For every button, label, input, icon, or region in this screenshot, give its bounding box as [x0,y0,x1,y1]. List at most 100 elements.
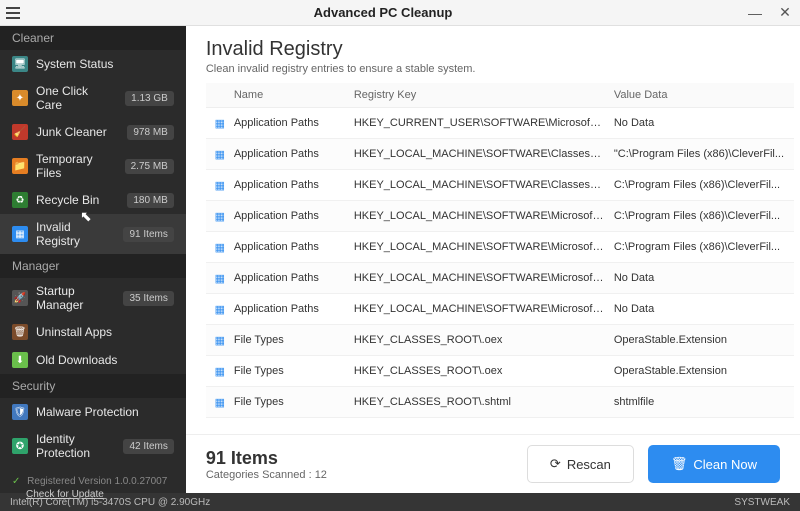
registry-entry-icon: ▦ [212,301,228,317]
sidebar-item-label: Recycle Bin [36,193,119,207]
sidebar-item-badge: 91 Items [123,227,173,242]
scan-summary: 91 Items Categories Scanned : 12 [206,448,513,481]
cell-key: HKEY_CLASSES_ROOT\.oex [354,365,614,377]
categories-scanned: Categories Scanned : 12 [206,469,513,481]
sidebar-item-badge: 35 Items [123,291,173,306]
shield-icon: 🛡 [12,404,28,420]
col-value: Value Data [614,89,794,101]
cell-value: No Data [614,117,794,129]
minimize-button[interactable]: — [740,0,770,26]
registry-entry-icon: ▦ [212,177,228,193]
sidebar-item-label: Temporary Files [36,152,117,180]
rocket-icon: 🚀 [12,290,28,306]
registered-text: Registered Version 1.0.0.27007 [27,476,167,487]
sidebar-item-old-downloads[interactable]: ⬇ Old Downloads [0,346,186,374]
sidebar-item-temporary-files[interactable]: 📁 Temporary Files 2.75 MB [0,146,186,186]
table-row[interactable]: ▦ Application PathsHKEY_LOCAL_MACHINE\SOF… [206,139,794,170]
sidebar-item-junk-cleaner[interactable]: 🧹 Junk Cleaner 978 MB [0,118,186,146]
sidebar-item-badge: 2.75 MB [125,159,174,174]
registry-entry-icon: ▦ [212,239,228,255]
table-row[interactable]: ▦ File TypesHKEY_CLASSES_ROOT\.oexOperaSt… [206,325,794,356]
cell-key: HKEY_CLASSES_ROOT\.oex [354,334,614,346]
sidebar-item-recycle-bin[interactable]: ♻ Recycle Bin 180 MB [0,186,186,214]
rescan-button[interactable]: ⟳ Rescan [527,445,634,483]
registry-entry-icon: ▦ [212,363,228,379]
registry-entry-icon: ▦ [212,146,228,162]
sidebar-item-uninstall-apps[interactable]: 🗑 Uninstall Apps [0,318,186,346]
brand-label: SYSTWEAK [734,497,790,508]
sidebar-item-label: Startup Manager [36,284,115,312]
folder-icon: 📁 [12,158,28,174]
sidebar-item-label: Identity Protection [36,432,115,460]
section-security: Security [0,374,186,398]
content-header: Invalid Registry Clean invalid registry … [186,26,800,83]
refresh-icon: ⟳ [550,456,561,472]
cell-name: File Types [234,334,354,346]
sidebar-item-label: Old Downloads [36,353,174,367]
main-content: Invalid Registry Clean invalid registry … [186,26,800,493]
cell-name: Application Paths [234,148,354,160]
table-row[interactable]: ▦Application PathsHKEY_LOCAL_MACHINE\SOF… [206,263,794,294]
cell-value: OperaStable.Extension [614,334,794,346]
uninstall-icon: 🗑 [12,324,28,340]
cell-value: OperaStable.Extension [614,365,794,377]
cell-key: HKEY_CURRENT_USER\SOFTWARE\Microsoft\Win… [354,117,614,129]
close-button[interactable]: ✕ [770,0,800,26]
identity-icon: ✪ [12,438,28,454]
cell-key: HKEY_LOCAL_MACHINE\SOFTWARE\Classes\Appl… [354,148,614,160]
cell-value: No Data [614,303,794,315]
registry-entry-icon: ▦ [212,270,228,286]
table-header: Name Registry Key Value Data [206,83,794,108]
cell-key: HKEY_LOCAL_MACHINE\SOFTWARE\Microsoft\Wi… [354,303,614,315]
section-cleaner: Cleaner [0,26,186,50]
registry-entry-icon: ▦ [212,394,228,410]
sidebar-item-malware-protection[interactable]: 🛡 Malware Protection [0,398,186,426]
table-row[interactable]: ▦Application PathsHKEY_LOCAL_MACHINE\SOF… [206,201,794,232]
sidebar-item-label: Uninstall Apps [36,325,174,339]
registry-entry-icon: ▦ [212,115,228,131]
sidebar-item-label: Junk Cleaner [36,125,119,139]
sidebar-item-invalid-registry[interactable]: ▦ Invalid Registry 91 Items [0,214,186,254]
cell-name: Application Paths [234,303,354,315]
sidebar-item-identity-protection[interactable]: ✪ Identity Protection 42 Items [0,426,186,466]
table-row[interactable]: ▦ Application PathsHKEY_LOCAL_MACHINE\SOF… [206,294,794,325]
sidebar-item-label: Invalid Registry [36,220,115,248]
table-row[interactable]: ▦Application PathsHKEY_LOCAL_MACHINE\SOF… [206,170,794,201]
status-bar: Intel(R) Core(TM) i5-3470S CPU @ 2.90GHz… [0,493,800,511]
titlebar: Advanced PC Cleanup — ✕ [0,0,800,26]
action-bar: 91 Items Categories Scanned : 12 ⟳ Resca… [186,434,800,493]
table-row[interactable]: ▦Application PathsHKEY_LOCAL_MACHINE\SOF… [206,232,794,263]
trash-icon: 🗑 [671,456,688,472]
broom-icon: ✦ [12,90,28,106]
recycle-icon: ♻ [12,192,28,208]
registry-icon: ▦ [12,226,28,242]
registry-entry-icon: ▦ [212,208,228,224]
cell-value: "C:\Program Files (x86)\CleverFil... [614,148,794,160]
table-row[interactable]: ▦File TypesHKEY_CLASSES_ROOT\.oexOperaSt… [206,356,794,387]
cell-name: Application Paths [234,179,354,191]
registry-entry-icon: ▦ [212,332,228,348]
page-title: Invalid Registry [206,38,780,61]
sidebar-item-one-click-care[interactable]: ✦ One Click Care 1.13 GB [0,78,186,118]
cell-name: Application Paths [234,241,354,253]
clean-now-button[interactable]: 🗑 Clean Now [648,445,780,483]
registry-table[interactable]: Name Registry Key Value Data ▦Applicatio… [186,83,800,434]
clean-label: Clean Now [693,457,757,472]
sidebar: Cleaner 🖥 System Status ✦ One Click Care… [0,26,186,493]
table-row[interactable]: ▦Application PathsHKEY_CURRENT_USER\SOFT… [206,108,794,139]
cell-value: C:\Program Files (x86)\CleverFil... [614,210,794,222]
sidebar-item-label: Malware Protection [36,405,174,419]
cell-key: HKEY_CLASSES_ROOT\.shtml [354,396,614,408]
sidebar-item-badge: 978 MB [127,125,173,140]
section-manager: Manager [0,254,186,278]
sidebar-item-label: System Status [36,57,174,71]
table-row[interactable]: ▦File TypesHKEY_CLASSES_ROOT\.shtmlshtml… [206,387,794,418]
rescan-label: Rescan [567,457,611,472]
menu-icon[interactable] [0,0,26,26]
sidebar-item-startup-manager[interactable]: 🚀 Startup Manager 35 Items [0,278,186,318]
sidebar-item-system-status[interactable]: 🖥 System Status [0,50,186,78]
sidebar-item-badge: 42 Items [123,439,173,454]
download-icon: ⬇ [12,352,28,368]
junk-icon: 🧹 [12,124,28,140]
cell-value: C:\Program Files (x86)\CleverFil... [614,241,794,253]
